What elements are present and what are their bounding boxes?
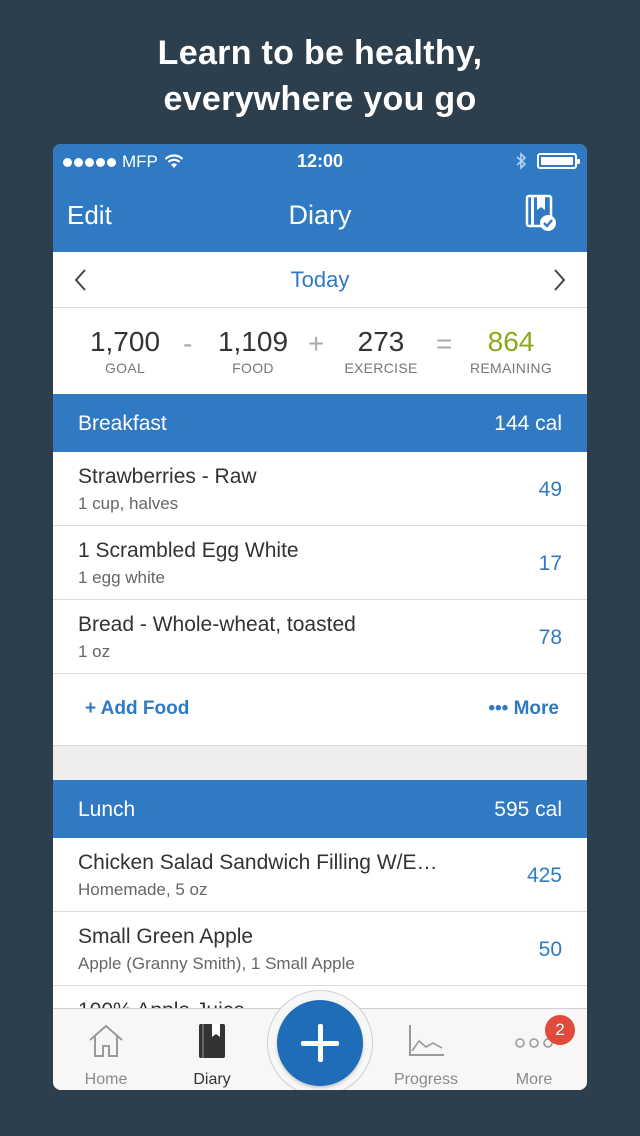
food-serving: 1 oz [78,642,111,661]
meal-name: Lunch [78,798,136,821]
add-food-button[interactable]: + Add Food [85,698,189,720]
equals-operator: = [436,328,453,359]
more-button[interactable]: ••• More [488,698,559,720]
food-name: Bread - Whole-wheat, toasted [78,613,356,636]
status-time: 12:00 [296,151,344,171]
food-entry[interactable]: Chicken Salad Sandwich Filling W/E… Home… [53,838,587,912]
plus-icon[interactable] [277,1000,363,1086]
food-calories: 49 [538,478,562,501]
food-serving: 1 egg white [78,568,165,587]
chevron-right-icon[interactable] [553,268,567,292]
meal-calories: 144 cal [494,412,562,435]
tab-label: Diary [193,1071,231,1088]
date-navigator: Today [53,252,587,308]
breakfast-actions: + Add Food ••• More [53,674,587,746]
minus-operator: - [183,328,193,359]
status-bar: MFP 12:00 [53,144,587,178]
progress-chart-icon [409,1025,444,1056]
bluetooth-icon [516,152,527,170]
food-summary: 1,109 FOOD [211,326,295,376]
food-label: FOOD [232,360,274,376]
home-icon [89,1024,123,1057]
notification-badge: 2 [545,1015,575,1045]
diary-complete-icon[interactable] [525,194,557,232]
tab-label: More [515,1071,553,1088]
food-serving: 1 cup, halves [78,494,179,513]
food-name: 1 Scrambled Egg White [78,539,299,562]
food-serving: Apple (Granny Smith), 1 Small Apple [78,954,355,973]
plus-operator: + [308,328,325,359]
tab-more[interactable]: More 2 [481,1009,587,1090]
goal-value: 1,700 [89,326,161,357]
food-calories: 17 [538,552,562,575]
promo-headline: Learn to be healthy, everywhere you go [0,30,640,122]
meal-calories: 595 cal [494,798,562,821]
section-divider [53,746,587,780]
exercise-summary: 273 EXERCISE [339,326,423,376]
tab-label: Home [84,1071,128,1088]
food-entry[interactable]: 1 Scrambled Egg White 1 egg white 17 [53,526,587,600]
food-calories: 50 [538,938,562,961]
diary-icon [199,1024,225,1058]
headline-line-2: everywhere you go [163,80,477,118]
food-name: Small Green Apple [78,925,254,948]
food-calories: 425 [526,864,562,887]
remaining-summary: 864 REMAINING [463,326,559,376]
calorie-summary[interactable]: 1,700 GOAL - 1,109 FOOD + 273 EXERCISE =… [53,308,587,394]
remaining-value: 864 [487,326,535,357]
battery-icon [537,153,580,169]
goal-summary: 1,700 GOAL [83,326,167,376]
food-name: Chicken Salad Sandwich Filling W/E… [78,851,438,874]
goal-label: GOAL [104,360,146,376]
meal-name: Breakfast [78,412,167,435]
food-entry[interactable]: Small Green Apple Apple (Granny Smith), … [53,912,587,986]
exercise-label: EXERCISE [344,360,418,376]
page-title: Diary [288,200,352,230]
date-label[interactable]: Today [53,267,587,293]
food-serving: Homemade, 5 oz [78,880,208,899]
remaining-label: REMAINING [469,360,553,376]
tab-progress[interactable]: Progress [373,1009,479,1090]
food-name: Strawberries - Raw [78,465,257,488]
food-entry[interactable]: Bread - Whole-wheat, toasted 1 oz 78 [53,600,587,674]
headline-line-1: Learn to be healthy, [157,34,483,72]
exercise-value: 273 [357,326,405,357]
breakfast-header[interactable]: Breakfast 144 cal [53,394,587,452]
food-entry[interactable]: Strawberries - Raw 1 cup, halves 49 [53,452,587,526]
tab-diary[interactable]: Diary [159,1009,265,1090]
food-value: 1,109 [217,326,289,357]
lunch-header[interactable]: Lunch 595 cal [53,780,587,838]
nav-bar: Edit Diary [53,178,587,252]
tab-home[interactable]: Home [53,1009,159,1090]
tab-label: Progress [393,1071,459,1088]
food-calories: 78 [538,626,562,649]
phone-screen: MFP 12:00 Edit Diary Today 1,700 GOAL - … [53,144,587,1090]
